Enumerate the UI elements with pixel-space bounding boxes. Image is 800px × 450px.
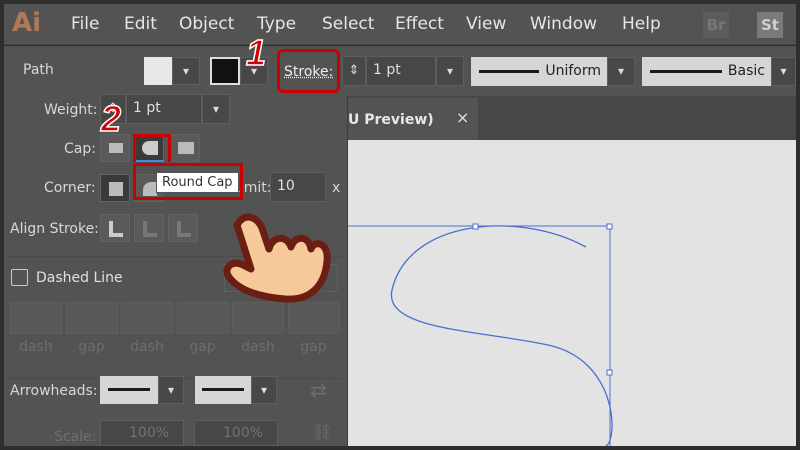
stock-button[interactable]: St <box>757 12 783 38</box>
start-scale-input[interactable]: 100% <box>100 420 184 446</box>
menu-edit[interactable]: Edit <box>124 14 157 34</box>
dash-input[interactable] <box>232 302 284 334</box>
end-arrowhead-select[interactable] <box>195 376 251 404</box>
align-inside-icon <box>143 221 157 237</box>
stroke-highlight-box <box>277 49 340 93</box>
dashed-line-label: Dashed Line <box>36 270 123 286</box>
s-curve-path <box>390 225 613 447</box>
align-outside-button[interactable] <box>168 214 198 242</box>
link-scale-icon[interactable]: ⛓ <box>312 422 332 441</box>
profile-line-preview <box>479 70 539 73</box>
end-scale-input[interactable]: 100% <box>194 420 278 446</box>
menu-type[interactable]: Type <box>257 14 296 34</box>
align-center-icon <box>109 221 123 237</box>
profile-label: Uniform <box>545 63 601 79</box>
chevron-down-icon: ▾ <box>182 64 190 78</box>
align-stroke-label: Align Stroke: <box>10 221 99 237</box>
gap-input[interactable] <box>176 302 229 334</box>
bbox-handle[interactable] <box>472 223 479 230</box>
dash-label: dash <box>19 339 53 355</box>
fill-dropdown[interactable]: ▾ <box>172 57 200 85</box>
profile-dropdown[interactable]: ▾ <box>607 57 635 86</box>
corner-label: Corner: <box>44 180 96 196</box>
selected-path[interactable] <box>345 140 796 450</box>
arrowhead-line-preview <box>202 388 244 391</box>
miter-join-icon <box>109 182 123 196</box>
gap-label: gap <box>78 339 105 355</box>
weight-label: Weight: <box>44 102 98 118</box>
brush-label: Basic <box>727 63 765 79</box>
end-arrowhead-dropdown[interactable]: ▾ <box>251 376 277 404</box>
dash-input[interactable] <box>10 302 62 334</box>
limit-unit: x <box>332 180 341 196</box>
bounding-box <box>345 225 611 450</box>
artboard-canvas[interactable] <box>345 140 796 450</box>
chevron-down-icon: ▾ <box>446 64 454 78</box>
variable-width-profile[interactable]: Uniform <box>471 57 607 86</box>
menu-bar: Ai File Edit Object Type Select Effect V… <box>4 4 796 45</box>
step-1-marker: 1 <box>245 31 267 74</box>
weight-input[interactable]: 1 pt <box>366 56 436 86</box>
tooltip: Round Cap <box>156 172 239 193</box>
selection-label: Path <box>23 62 54 78</box>
chevron-down-icon: ▾ <box>780 64 787 78</box>
dash-label: dash <box>241 339 275 355</box>
menu-view[interactable]: View <box>466 14 506 34</box>
chevron-down-icon: ▾ <box>260 383 268 397</box>
chevron-down-icon: ▾ <box>617 64 625 78</box>
butt-cap-icon <box>109 143 123 153</box>
chevron-down-icon: ▾ <box>212 102 220 116</box>
gap-label: gap <box>300 339 327 355</box>
dashed-line-checkbox[interactable] <box>11 269 28 286</box>
app-logo: Ai <box>12 8 42 38</box>
bridge-button[interactable]: Br <box>703 12 729 38</box>
align-center-button[interactable] <box>100 214 130 242</box>
menu-window[interactable]: Window <box>530 14 597 34</box>
scale-label: Scale: <box>54 429 97 445</box>
gap-label: gap <box>189 339 216 355</box>
menu-effect[interactable]: Effect <box>395 14 444 34</box>
bbox-handle[interactable] <box>606 223 613 230</box>
document-tab-title: U Preview) <box>348 112 434 128</box>
document-tab-bar: U Preview) × <box>348 96 796 140</box>
brush-dropdown[interactable]: ▾ <box>771 57 796 86</box>
brush-line-preview <box>650 70 722 73</box>
miter-join-button[interactable] <box>100 174 130 202</box>
chevron-down-icon: ▾ <box>167 383 175 397</box>
start-arrowhead-select[interactable] <box>100 376 158 404</box>
projecting-cap-icon <box>178 142 194 154</box>
align-inside-button[interactable] <box>134 214 164 242</box>
dash-label: dash <box>130 339 164 355</box>
round-cap-highlight <box>133 134 171 162</box>
panel-weight-dropdown[interactable]: ▾ <box>202 94 230 124</box>
swap-arrowheads-icon[interactable]: ⇄ <box>310 378 327 402</box>
document-tab[interactable]: U Preview) × <box>348 98 478 140</box>
weight-dropdown[interactable]: ▾ <box>436 56 464 86</box>
gap-input[interactable] <box>65 302 118 334</box>
arrowhead-line-preview <box>108 388 150 391</box>
menu-help[interactable]: Help <box>622 14 661 34</box>
weight-stepper[interactable]: ⇕ <box>342 56 366 86</box>
align-outside-icon <box>177 221 191 237</box>
menu-select[interactable]: Select <box>322 14 374 34</box>
cap-label: Cap: <box>64 141 96 157</box>
close-icon[interactable]: × <box>456 108 469 127</box>
control-bar: Path ▾ ▾ Stroke: ⇕ 1 pt ▾ Uniform ▾ Basi… <box>4 46 796 96</box>
step-2-marker: 2 <box>100 97 122 140</box>
dash-input[interactable] <box>121 302 173 334</box>
projecting-cap-button[interactable] <box>170 134 200 162</box>
arrowheads-label: Arrowheads: <box>10 383 98 399</box>
limit-input[interactable]: 10 <box>270 172 326 202</box>
pointing-hand-icon <box>223 213 331 303</box>
menu-file[interactable]: File <box>71 14 99 34</box>
stroke-swatch[interactable] <box>210 57 240 85</box>
start-arrowhead-dropdown[interactable]: ▾ <box>158 376 184 404</box>
menu-object[interactable]: Object <box>179 14 234 34</box>
bbox-handle[interactable] <box>606 369 613 376</box>
panel-weight-input[interactable]: 1 pt <box>126 94 202 124</box>
fill-swatch[interactable] <box>144 57 172 85</box>
brush-definition[interactable]: Basic <box>642 57 771 86</box>
gap-input[interactable] <box>287 302 340 334</box>
